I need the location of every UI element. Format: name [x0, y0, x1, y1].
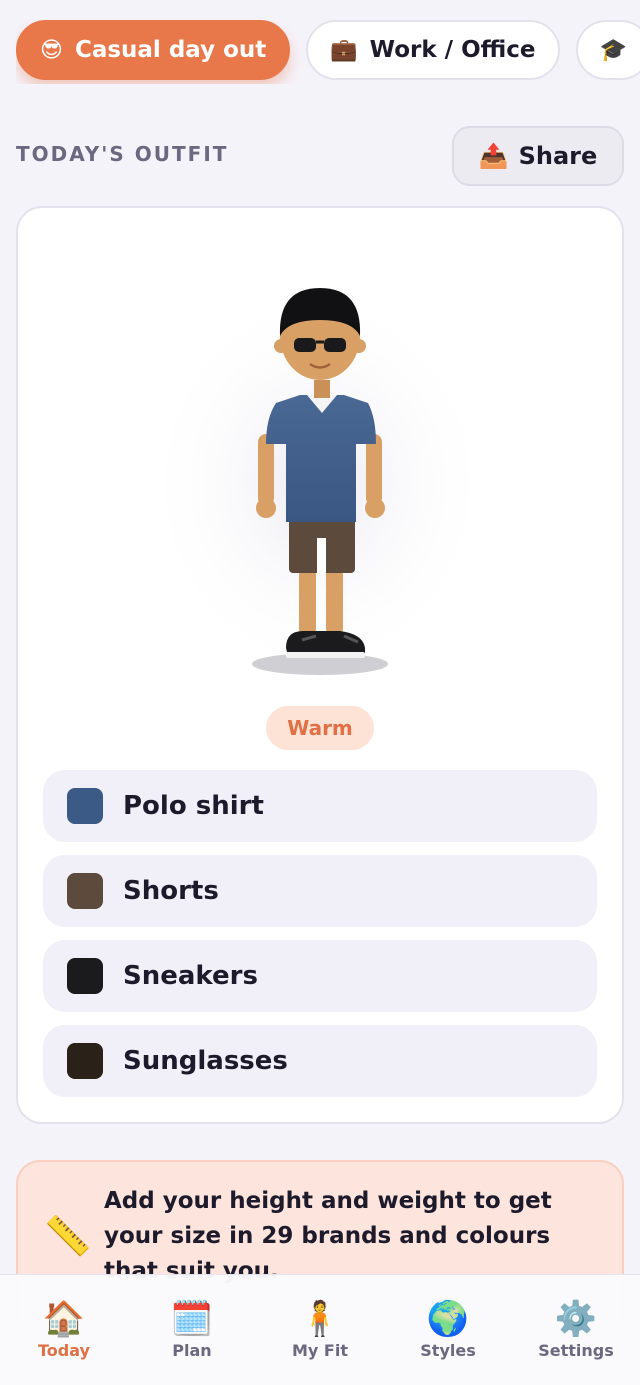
sneaker-soles [286, 652, 365, 658]
sunglasses-right-lens [324, 338, 346, 352]
smiling-sunglasses-icon: 😎 [40, 37, 63, 63]
left-ear [274, 339, 288, 353]
item-label: Sneakers [123, 961, 258, 991]
share-button[interactable]: 📤 Share [452, 126, 624, 186]
right-arm [366, 434, 382, 506]
tab-label: My Fit [292, 1341, 348, 1360]
section-title: TODAY'S OUTFIT [16, 142, 229, 166]
tab-label: Styles [420, 1341, 476, 1360]
color-swatch [67, 873, 103, 909]
item-label: Shorts [123, 876, 219, 906]
color-swatch [67, 958, 103, 994]
ruler-icon: 📏 [44, 1214, 92, 1258]
gear-icon: ⚙️ [554, 1299, 598, 1339]
outfit-header: TODAY'S OUTFIT 📤 Share [16, 126, 624, 186]
outfit-item-shorts[interactable]: Shorts [43, 855, 597, 927]
house-icon: 🏠 [42, 1299, 86, 1339]
outfit-item-list: Polo shirt Shorts Sneakers Sunglasses [43, 770, 597, 1110]
chip-label: Work / Office [369, 37, 536, 63]
outfit-card: Warm Polo shirt Shorts Sneakers Sunglass… [16, 206, 624, 1124]
outfit-item-polo-shirt[interactable]: Polo shirt [43, 770, 597, 842]
occasion-chip-row: 😎 Casual day out 💼 Work / Office 🎓 [16, 20, 640, 84]
right-ear [352, 339, 366, 353]
item-label: Polo shirt [123, 791, 264, 821]
tab-label: Today [38, 1341, 90, 1360]
left-leg [299, 568, 316, 636]
tab-label: Settings [538, 1341, 614, 1360]
tab-plan[interactable]: 🗓️ Plan [128, 1275, 256, 1385]
left-arm [258, 434, 274, 506]
neck [314, 380, 330, 398]
outfit-item-sneakers[interactable]: Sneakers [43, 940, 597, 1012]
outfit-item-sunglasses[interactable]: Sunglasses [43, 1025, 597, 1097]
chip-label: Casual day out [74, 37, 267, 63]
person-standing-icon: 🧍 [298, 1299, 342, 1339]
tab-today[interactable]: 🏠 Today [0, 1275, 128, 1385]
tab-my-fit[interactable]: 🧍 My Fit [256, 1275, 384, 1385]
chip-work-office[interactable]: 💼 Work / Office [306, 20, 560, 80]
right-hand [365, 498, 385, 518]
chip-casual-day-out[interactable]: 😎 Casual day out [16, 20, 291, 80]
graduation-cap-icon: 🎓 [599, 37, 627, 63]
chip-graduation[interactable]: 🎓 [575, 20, 640, 80]
color-swatch [67, 788, 103, 824]
share-label: Share [518, 142, 598, 170]
sunglasses-left-lens [294, 338, 316, 352]
bottom-tab-bar: 🏠 Today 🗓️ Plan 🧍 My Fit 🌍 Styles ⚙️ Set… [0, 1274, 640, 1385]
right-leg [326, 568, 343, 636]
briefcase-icon: 💼 [330, 37, 358, 63]
temperature-badge: Warm [266, 706, 374, 750]
outbox-tray-icon: 📤 [478, 142, 509, 170]
shorts-gap [317, 538, 326, 574]
tab-styles[interactable]: 🌍 Styles [384, 1275, 512, 1385]
left-hand [256, 498, 276, 518]
tab-settings[interactable]: ⚙️ Settings [512, 1275, 640, 1385]
globe-icon: 🌍 [426, 1299, 470, 1339]
calendar-icon: 🗓️ [170, 1299, 214, 1339]
tab-label: Plan [172, 1341, 212, 1360]
avatar-figure [143, 283, 493, 683]
color-swatch [67, 1043, 103, 1079]
item-label: Sunglasses [123, 1046, 288, 1076]
